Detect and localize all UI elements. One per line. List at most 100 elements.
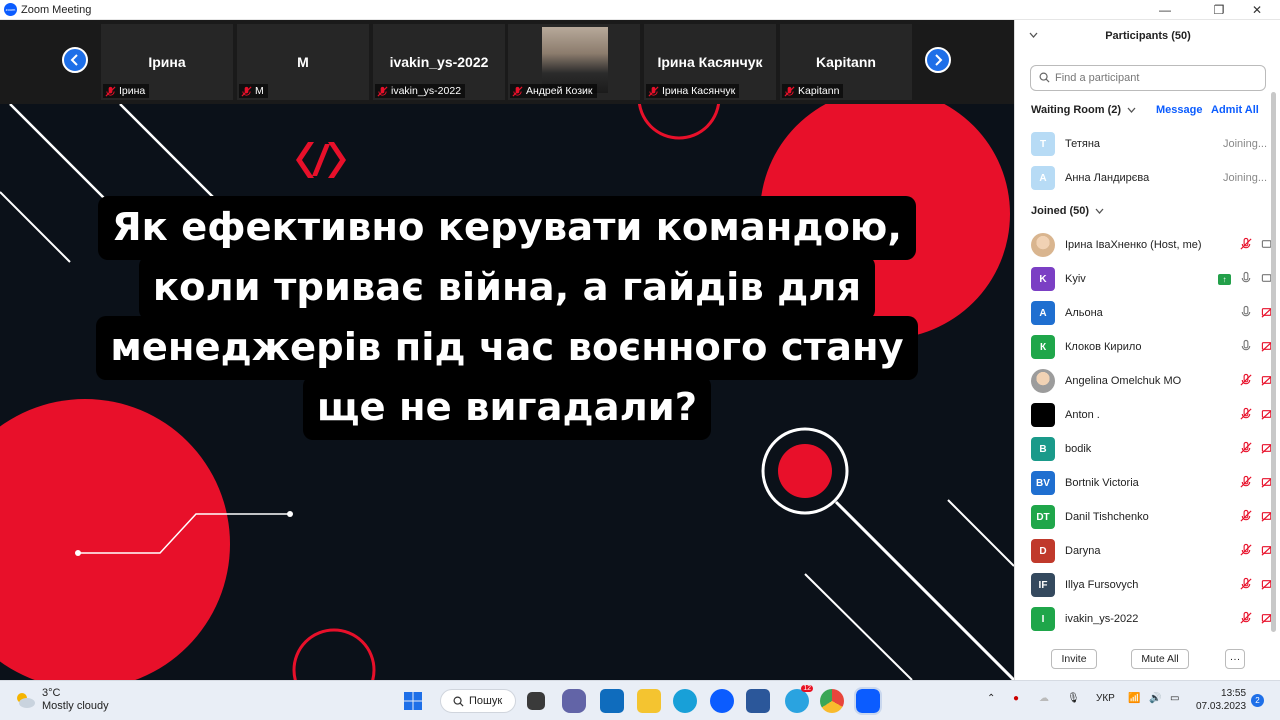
weather-temp: 3°C bbox=[42, 687, 61, 699]
red-circle-shape bbox=[0, 399, 230, 680]
security-icon[interactable]: ● bbox=[1013, 693, 1019, 704]
mute-all-button[interactable]: Mute All bbox=[1131, 649, 1189, 669]
video-tile[interactable]: Ірина Ірина bbox=[101, 24, 233, 100]
wifi-icon[interactable]: 📶 bbox=[1128, 693, 1140, 704]
mic-muted-icon bbox=[648, 85, 659, 97]
windows-start-icon[interactable] bbox=[401, 689, 425, 713]
video-tile[interactable]: Андрей Козик bbox=[508, 24, 640, 100]
tile-label: ivakin_ys-2022 bbox=[375, 84, 466, 98]
tray-overflow-icon[interactable]: ⌃ bbox=[987, 693, 995, 704]
participant-row[interactable]: Anton . bbox=[1031, 403, 1275, 427]
prev-page-button[interactable] bbox=[62, 47, 88, 73]
chevron-down-icon bbox=[1095, 208, 1104, 214]
mic-muted-icon[interactable] bbox=[1239, 237, 1253, 254]
taskbar-search[interactable]: Пошук bbox=[440, 689, 516, 713]
zoom-active-icon[interactable] bbox=[854, 687, 882, 715]
close-button[interactable]: ✕ bbox=[1234, 0, 1280, 20]
next-page-button[interactable] bbox=[925, 47, 951, 73]
minimize-button[interactable]: — bbox=[1142, 0, 1188, 20]
telegram-icon[interactable]: 12 bbox=[785, 685, 813, 713]
participant-row[interactable]: К Клоков Кирило bbox=[1031, 335, 1275, 359]
notification-badge[interactable]: 2 bbox=[1251, 694, 1264, 707]
zoom-app-icon[interactable] bbox=[710, 689, 734, 713]
participant-name: Bortnik Victoria bbox=[1065, 477, 1139, 489]
participant-row[interactable]: Bbodik bbox=[1031, 437, 1275, 461]
participant-row[interactable]: D Daryna bbox=[1031, 539, 1275, 563]
message-waiting-button[interactable]: Message bbox=[1156, 104, 1202, 116]
participants-title: Participants (50) bbox=[1105, 30, 1191, 42]
headline-line: коли триває війна, а гайдів для bbox=[138, 256, 876, 320]
tile-name: Ірина Касянчук bbox=[657, 54, 763, 70]
edge-browser-icon[interactable] bbox=[673, 689, 697, 713]
chrome-icon[interactable] bbox=[820, 689, 844, 713]
invite-button[interactable]: Invite bbox=[1051, 649, 1097, 669]
red-ring-shape bbox=[637, 104, 721, 140]
mic-muted-icon[interactable] bbox=[1239, 407, 1253, 424]
volume-icon[interactable]: 🔊 bbox=[1149, 693, 1161, 704]
mic-muted-icon[interactable] bbox=[1239, 611, 1253, 628]
participant-row[interactable]: А Альона bbox=[1031, 301, 1275, 325]
joined-toggle[interactable]: Joined (50) bbox=[1031, 205, 1104, 217]
mic-muted-icon[interactable] bbox=[1239, 543, 1253, 560]
tile-name: М bbox=[297, 54, 309, 70]
tile-name: Ірина bbox=[148, 54, 186, 70]
participant-row[interactable]: Ірина ІваХненко (Host, me) bbox=[1031, 233, 1275, 257]
screen-share-icon: ↑ bbox=[1218, 273, 1231, 285]
video-tile[interactable]: Ірина Касянчук Ірина Касянчук bbox=[644, 24, 776, 100]
waiting-participant-row[interactable]: А Анна Ландирєва Joining... bbox=[1031, 166, 1267, 190]
microphone-icon[interactable]: 🎙 bbox=[1067, 693, 1080, 704]
participant-name: Анна Ландирєва bbox=[1065, 172, 1150, 184]
headline-line: менеджерів під час воєнного стану bbox=[96, 316, 918, 380]
mic-muted-icon[interactable] bbox=[1239, 441, 1253, 458]
weather-widget[interactable]: 3°C Mostly cloudy bbox=[14, 687, 109, 713]
mic-icon[interactable] bbox=[1239, 339, 1253, 356]
participant-name: Kyiv bbox=[1065, 273, 1086, 285]
red-ring-shape bbox=[292, 628, 376, 680]
language-indicator[interactable]: УКР bbox=[1096, 693, 1115, 704]
onedrive-icon[interactable]: ☁ bbox=[1039, 693, 1049, 704]
participant-status-icons bbox=[1239, 576, 1275, 594]
participant-status-icons bbox=[1239, 372, 1275, 390]
participant-row[interactable]: Iivakin_ys-2022 bbox=[1031, 607, 1275, 631]
avatar: BV bbox=[1031, 471, 1055, 495]
joining-status: Joining... bbox=[1222, 138, 1267, 150]
mic-muted-icon bbox=[784, 85, 795, 97]
mic-muted-icon[interactable] bbox=[1239, 373, 1253, 390]
more-options-button[interactable]: ··· bbox=[1225, 649, 1245, 669]
mic-muted-icon[interactable] bbox=[1239, 475, 1253, 492]
find-participant-input[interactable]: Find a participant bbox=[1030, 65, 1266, 91]
search-icon bbox=[1039, 72, 1050, 83]
participant-status-icons bbox=[1239, 406, 1275, 424]
participant-row[interactable]: BV Bortnik Victoria bbox=[1031, 471, 1275, 495]
tile-name: Kapitann bbox=[816, 54, 876, 70]
participant-row[interactable]: Angelina Omelchuk MO bbox=[1031, 369, 1275, 393]
chevron-left-icon bbox=[70, 54, 78, 66]
participant-status-icons: ↑ bbox=[1218, 271, 1275, 288]
mail-icon[interactable] bbox=[600, 689, 624, 713]
mic-muted-icon[interactable] bbox=[1239, 509, 1253, 526]
mic-icon[interactable] bbox=[1239, 305, 1253, 322]
admit-all-button[interactable]: Admit All bbox=[1211, 104, 1259, 116]
waiting-room-toggle[interactable]: Waiting Room (2) bbox=[1031, 104, 1136, 116]
participant-row[interactable]: K Kyiv ↑ bbox=[1031, 267, 1275, 291]
avatar: IF bbox=[1031, 573, 1055, 597]
mic-muted-icon[interactable] bbox=[1239, 577, 1253, 594]
video-tile[interactable]: ivakin_ys-2022 ivakin_ys-2022 bbox=[373, 24, 505, 100]
task-view-icon[interactable] bbox=[527, 692, 545, 710]
mic-icon[interactable] bbox=[1239, 271, 1253, 288]
participants-scrollbar[interactable] bbox=[1271, 92, 1276, 632]
teams-chat-icon[interactable] bbox=[562, 689, 586, 713]
participant-row[interactable]: DT Danil Tishchenko bbox=[1031, 505, 1275, 529]
weather-desc: Mostly cloudy bbox=[42, 700, 109, 712]
video-tile[interactable]: М М bbox=[237, 24, 369, 100]
word-icon[interactable] bbox=[746, 689, 770, 713]
video-tile[interactable]: Kapitann Kapitann bbox=[780, 24, 912, 100]
clock[interactable]: 13:55 07.03.2023 bbox=[1196, 687, 1246, 713]
participant-status-icons bbox=[1239, 237, 1275, 254]
headline-line: Як ефективно керувати командою, bbox=[97, 196, 916, 260]
battery-icon[interactable]: ▭ bbox=[1170, 693, 1179, 704]
file-explorer-icon[interactable] bbox=[637, 689, 661, 713]
participant-row[interactable]: IF Illya Fursovych bbox=[1031, 573, 1275, 597]
tile-label: Андрей Козик bbox=[510, 84, 597, 98]
waiting-participant-row[interactable]: Т Тетяна Joining... bbox=[1031, 132, 1267, 156]
